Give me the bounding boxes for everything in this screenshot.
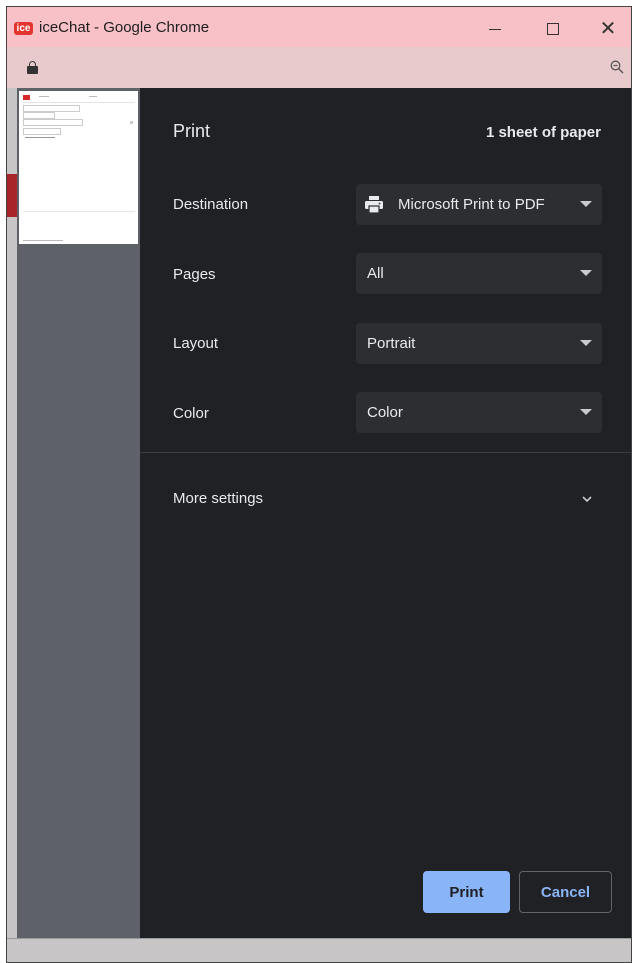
minimize-icon xyxy=(489,28,501,30)
print-dialog: Print 1 sheet of paper Destination Micro… xyxy=(140,88,631,938)
sheet-count: 1 sheet of paper xyxy=(485,124,601,141)
color-select[interactable]: Color xyxy=(356,392,602,433)
caret-down-icon xyxy=(580,201,592,207)
bottom-strip xyxy=(7,938,631,962)
preview-page-thumbnail xyxy=(19,91,138,244)
print-button[interactable]: Print xyxy=(423,871,510,913)
close-icon: ✕ xyxy=(599,18,617,40)
close-button[interactable]: ✕ xyxy=(585,7,631,47)
caret-down-icon xyxy=(580,409,592,415)
minimize-button[interactable] xyxy=(472,7,518,47)
app-icon: ice xyxy=(14,22,33,35)
layout-value: Portrait xyxy=(367,335,416,352)
more-settings-toggle[interactable]: More settings xyxy=(140,483,631,519)
printer-icon xyxy=(365,196,383,213)
address-bar xyxy=(7,47,631,88)
chevron-down-icon xyxy=(582,496,592,503)
destination-select[interactable]: Microsoft Print to PDF xyxy=(356,184,602,225)
caret-down-icon xyxy=(580,340,592,346)
color-label: Color xyxy=(173,405,209,422)
page-edge xyxy=(7,174,17,217)
caret-down-icon xyxy=(580,270,592,276)
zoom-out-icon[interactable] xyxy=(610,60,624,74)
destination-value: Microsoft Print to PDF xyxy=(398,196,545,213)
print-preview-pane[interactable] xyxy=(17,88,140,938)
pages-value: All xyxy=(367,265,384,282)
color-value: Color xyxy=(367,404,403,421)
dialog-title: Print xyxy=(173,121,211,141)
window-title: iceChat - Google Chrome xyxy=(39,19,210,36)
title-bar[interactable]: ice iceChat - Google Chrome ✕ xyxy=(7,7,631,47)
lock-icon[interactable] xyxy=(27,61,38,74)
maximize-icon xyxy=(547,23,559,35)
divider xyxy=(140,452,631,453)
cancel-button[interactable]: Cancel xyxy=(519,871,612,913)
pages-label: Pages xyxy=(173,266,216,283)
more-settings-label: More settings xyxy=(173,490,264,507)
maximize-button[interactable] xyxy=(530,7,576,47)
destination-label: Destination xyxy=(173,196,249,213)
page-content: Print 1 sheet of paper Destination Micro… xyxy=(7,88,631,962)
browser-window: ice iceChat - Google Chrome ✕ Print 1 sh… xyxy=(6,6,632,963)
layout-select[interactable]: Portrait xyxy=(356,323,602,364)
layout-label: Layout xyxy=(173,335,219,352)
pages-select[interactable]: All xyxy=(356,253,602,294)
